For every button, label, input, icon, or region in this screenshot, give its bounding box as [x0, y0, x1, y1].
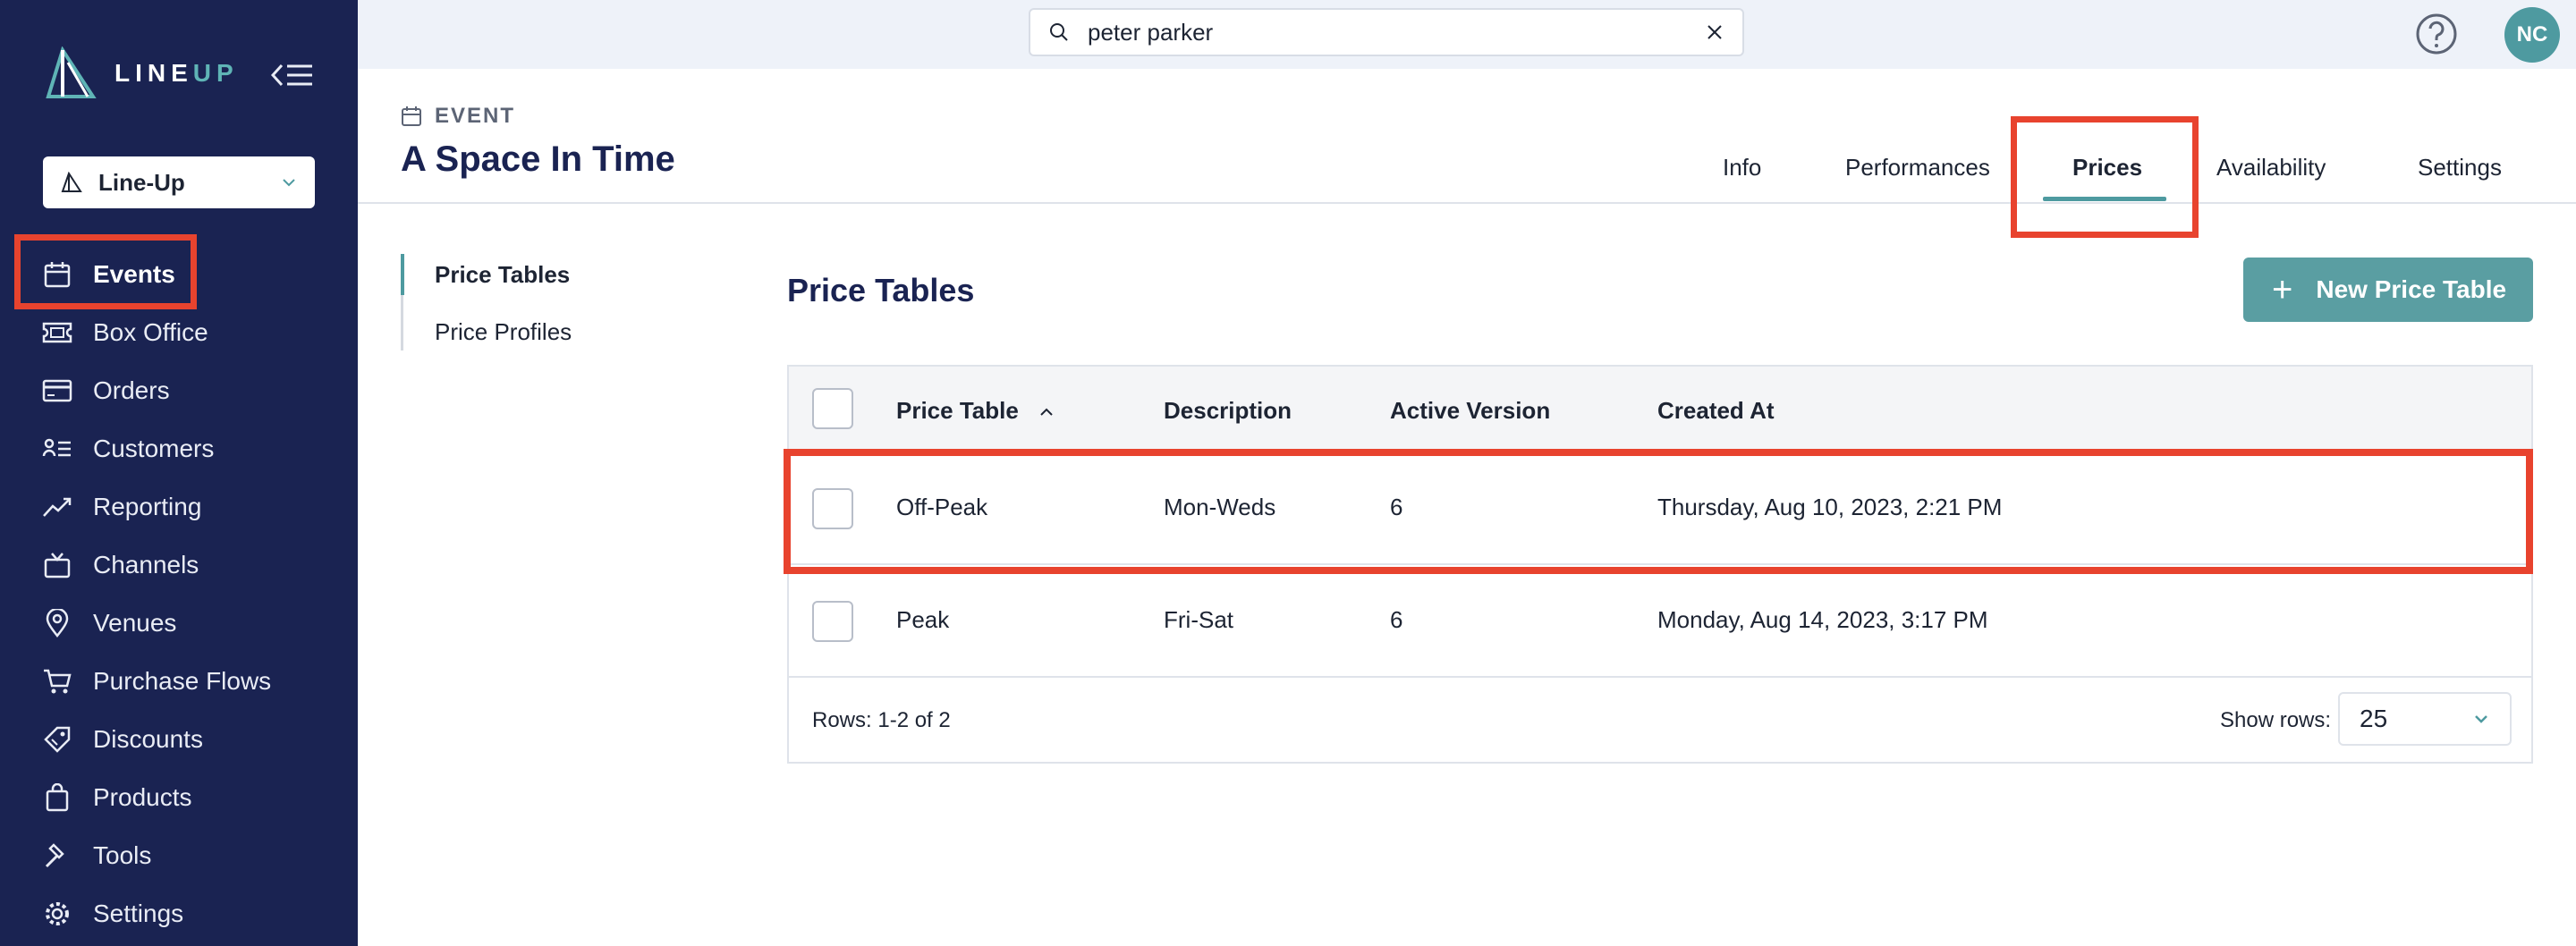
help-button[interactable]	[2415, 13, 2458, 55]
ticket-icon	[41, 317, 73, 349]
subnav-active-indicator	[401, 254, 404, 295]
lineup-logo-icon	[46, 46, 97, 98]
cell-description: Fri-Sat	[1164, 606, 1233, 633]
sidebar-item-tools[interactable]: Tools	[0, 826, 358, 884]
cell-active-version: 6	[1390, 494, 1403, 520]
rows-per-page-value: 25	[2360, 705, 2388, 732]
sidebar-item-box-office[interactable]: Box Office	[0, 303, 358, 361]
show-rows-label: Show rows:	[2220, 708, 2332, 732]
sidebar-item-products[interactable]: Products	[0, 768, 358, 826]
sidebar-item-label: Settings	[93, 899, 184, 927]
tab-info[interactable]: Info	[1723, 154, 1761, 182]
calendar-icon	[402, 106, 421, 126]
cell-created-at: Thursday, Aug 10, 2023, 2:21 PM	[1657, 494, 2003, 520]
column-header-active-version[interactable]: Active Version	[1390, 397, 1550, 425]
sidebar-item-discounts[interactable]: Discounts	[0, 710, 358, 768]
sidebar-item-customers[interactable]: Customers	[0, 419, 358, 477]
sidebar-item-channels[interactable]: Channels	[0, 536, 358, 594]
sidebar: LINEUP Line-Up Events Box Office Orders …	[0, 0, 358, 946]
help-icon	[2416, 13, 2457, 55]
collapse-menu-icon	[271, 63, 312, 87]
sidebar-item-orders[interactable]: Orders	[0, 361, 358, 419]
event-eyebrow: EVENT	[401, 104, 515, 129]
avatar[interactable]: NC	[2504, 7, 2560, 63]
logo-wordmark: LINEUP	[114, 59, 239, 87]
table-header: Price Table Description Active Version C…	[789, 367, 2531, 452]
clear-search-icon[interactable]	[1705, 22, 1724, 42]
sidebar-item-label: Tools	[93, 840, 152, 869]
active-tab-indicator	[2043, 197, 2166, 201]
table-row[interactable]: Peak Fri-Sat 6 Monday, Aug 14, 2023, 3:1…	[789, 565, 2531, 678]
tab-performances[interactable]: Performances	[1845, 154, 1990, 182]
cell-description: Mon-Weds	[1164, 494, 1276, 520]
hammer-icon	[41, 840, 73, 872]
cart-icon	[41, 665, 73, 697]
row-checkbox[interactable]	[812, 488, 853, 529]
price-tables-table: Price Table Description Active Version C…	[787, 365, 2533, 764]
collapse-sidebar-button[interactable]	[268, 55, 317, 95]
rows-per-page-select[interactable]: 25	[2338, 692, 2512, 746]
column-header-created-at[interactable]: Created At	[1657, 397, 1775, 425]
sidebar-item-label: Products	[93, 782, 192, 811]
column-header-price-table[interactable]: Price Table	[896, 397, 1055, 425]
sidebar-item-venues[interactable]: Venues	[0, 594, 358, 652]
search-box	[1029, 8, 1744, 56]
sidebar-item-label: Venues	[93, 608, 177, 637]
calendar-icon	[41, 258, 73, 291]
divider	[358, 202, 2576, 204]
sort-ascending-icon	[1040, 408, 1053, 416]
tab-settings[interactable]: Settings	[2418, 154, 2502, 182]
event-tabs: Info Performances Prices Availability Se…	[0, 143, 2576, 202]
eyebrow-label: EVENT	[435, 104, 516, 128]
section-title: Price Tables	[787, 272, 975, 308]
column-header-description[interactable]: Description	[1164, 397, 1292, 425]
plus-icon: +	[2272, 270, 2293, 309]
tv-icon	[41, 549, 73, 581]
cell-active-version: 6	[1390, 606, 1403, 633]
cell-price-table[interactable]: Peak	[896, 606, 949, 634]
chevron-down-icon	[2475, 715, 2487, 723]
cell-created-at: Monday, Aug 14, 2023, 3:17 PM	[1657, 606, 1988, 633]
sidebar-item-events[interactable]: Events	[0, 245, 358, 303]
rows-count: Rows: 1-2 of 2	[812, 708, 951, 732]
subnav-price-profiles[interactable]: Price Profiles	[435, 318, 572, 346]
table-footer: Rows: 1-2 of 2 Show rows: 25	[789, 676, 2531, 762]
tab-prices[interactable]: Prices	[2072, 154, 2142, 182]
customers-icon	[41, 433, 73, 465]
new-price-table-button[interactable]: + New Price Table	[2243, 258, 2533, 322]
sidebar-item-label: Customers	[93, 434, 215, 462]
sidebar-item-label: Orders	[93, 376, 170, 404]
sidebar-item-settings[interactable]: Settings	[0, 884, 358, 942]
sidebar-item-label: Reporting	[93, 492, 202, 520]
sidebar-item-label: Discounts	[93, 724, 203, 753]
gear-icon	[41, 898, 73, 930]
lineup-logo[interactable]: LINEUP	[43, 46, 239, 100]
bag-icon	[41, 781, 73, 814]
sidebar-item-label: Box Office	[93, 317, 208, 346]
tag-icon	[41, 723, 73, 756]
sidebar-nav: Events Box Office Orders Customers Repor…	[0, 245, 358, 942]
sidebar-item-label: Purchase Flows	[93, 666, 272, 695]
row-checkbox[interactable]	[812, 601, 853, 642]
sidebar-item-reporting[interactable]: Reporting	[0, 477, 358, 536]
chart-line-icon	[41, 491, 73, 523]
card-icon	[41, 375, 73, 407]
search-input[interactable]	[1088, 18, 1705, 46]
search-icon	[1050, 23, 1068, 41]
sidebar-item-purchase-flows[interactable]: Purchase Flows	[0, 652, 358, 710]
map-pin-icon	[41, 607, 73, 639]
sidebar-item-label: Events	[93, 259, 175, 288]
select-all-checkbox[interactable]	[812, 388, 853, 429]
tab-availability[interactable]: Availability	[2216, 154, 2326, 182]
sidebar-item-label: Channels	[93, 550, 199, 579]
new-price-table-label: New Price Table	[2316, 275, 2507, 303]
top-bar: NC	[358, 0, 2576, 69]
table-row[interactable]: Off-Peak Mon-Weds 6 Thursday, Aug 10, 20…	[789, 452, 2531, 565]
subnav-price-tables[interactable]: Price Tables	[435, 261, 570, 289]
cell-price-table[interactable]: Off-Peak	[896, 494, 987, 521]
